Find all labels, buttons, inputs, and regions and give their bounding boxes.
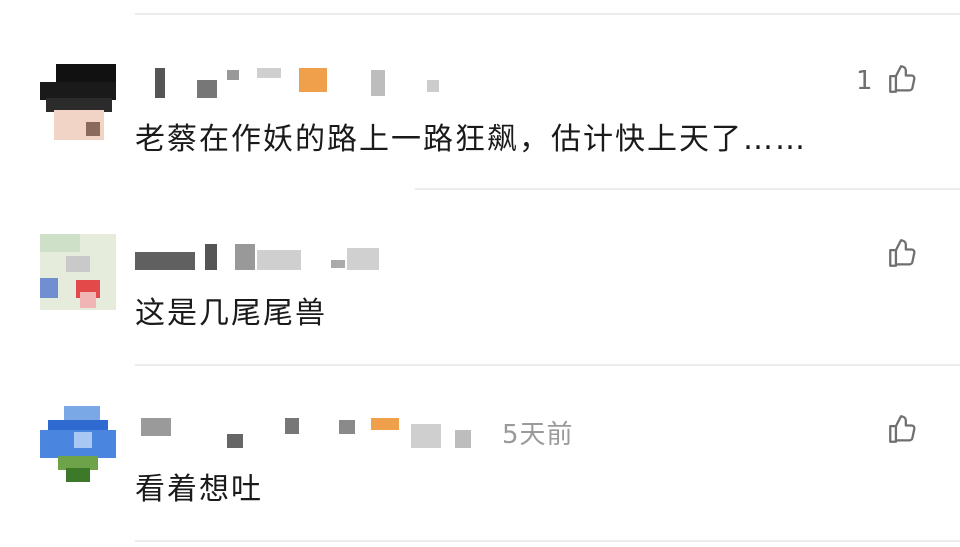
thumbs-up-icon[interactable] — [886, 412, 920, 446]
thumbs-up-icon[interactable] — [886, 62, 920, 96]
like-count: 1 — [856, 66, 873, 96]
comment-item: 1 老蔡在作妖的路上一路狂飙，估计快上天了…… — [0, 16, 960, 191]
comment-list: 1 老蔡在作妖的路上一路狂飙，估计快上天了…… 这是几尾尾兽 5天前 看着想吐 — [0, 0, 960, 547]
avatar[interactable] — [40, 406, 116, 482]
username-blurred[interactable] — [135, 244, 595, 274]
divider — [135, 13, 960, 15]
avatar[interactable] — [40, 234, 116, 310]
comment-text: 老蔡在作妖的路上一路狂飙，估计快上天了…… — [135, 122, 807, 157]
divider — [135, 540, 960, 542]
thumbs-up-icon[interactable] — [886, 236, 920, 270]
comment-item: 这是几尾尾兽 — [0, 190, 960, 365]
comment-text: 这是几尾尾兽 — [135, 296, 327, 331]
username-blurred[interactable] — [135, 68, 595, 98]
comment-text: 看着想吐 — [135, 472, 263, 507]
comment-item: 5天前 看着想吐 — [0, 366, 960, 541]
comment-time: 5天前 — [502, 420, 574, 450]
avatar[interactable] — [40, 64, 116, 140]
